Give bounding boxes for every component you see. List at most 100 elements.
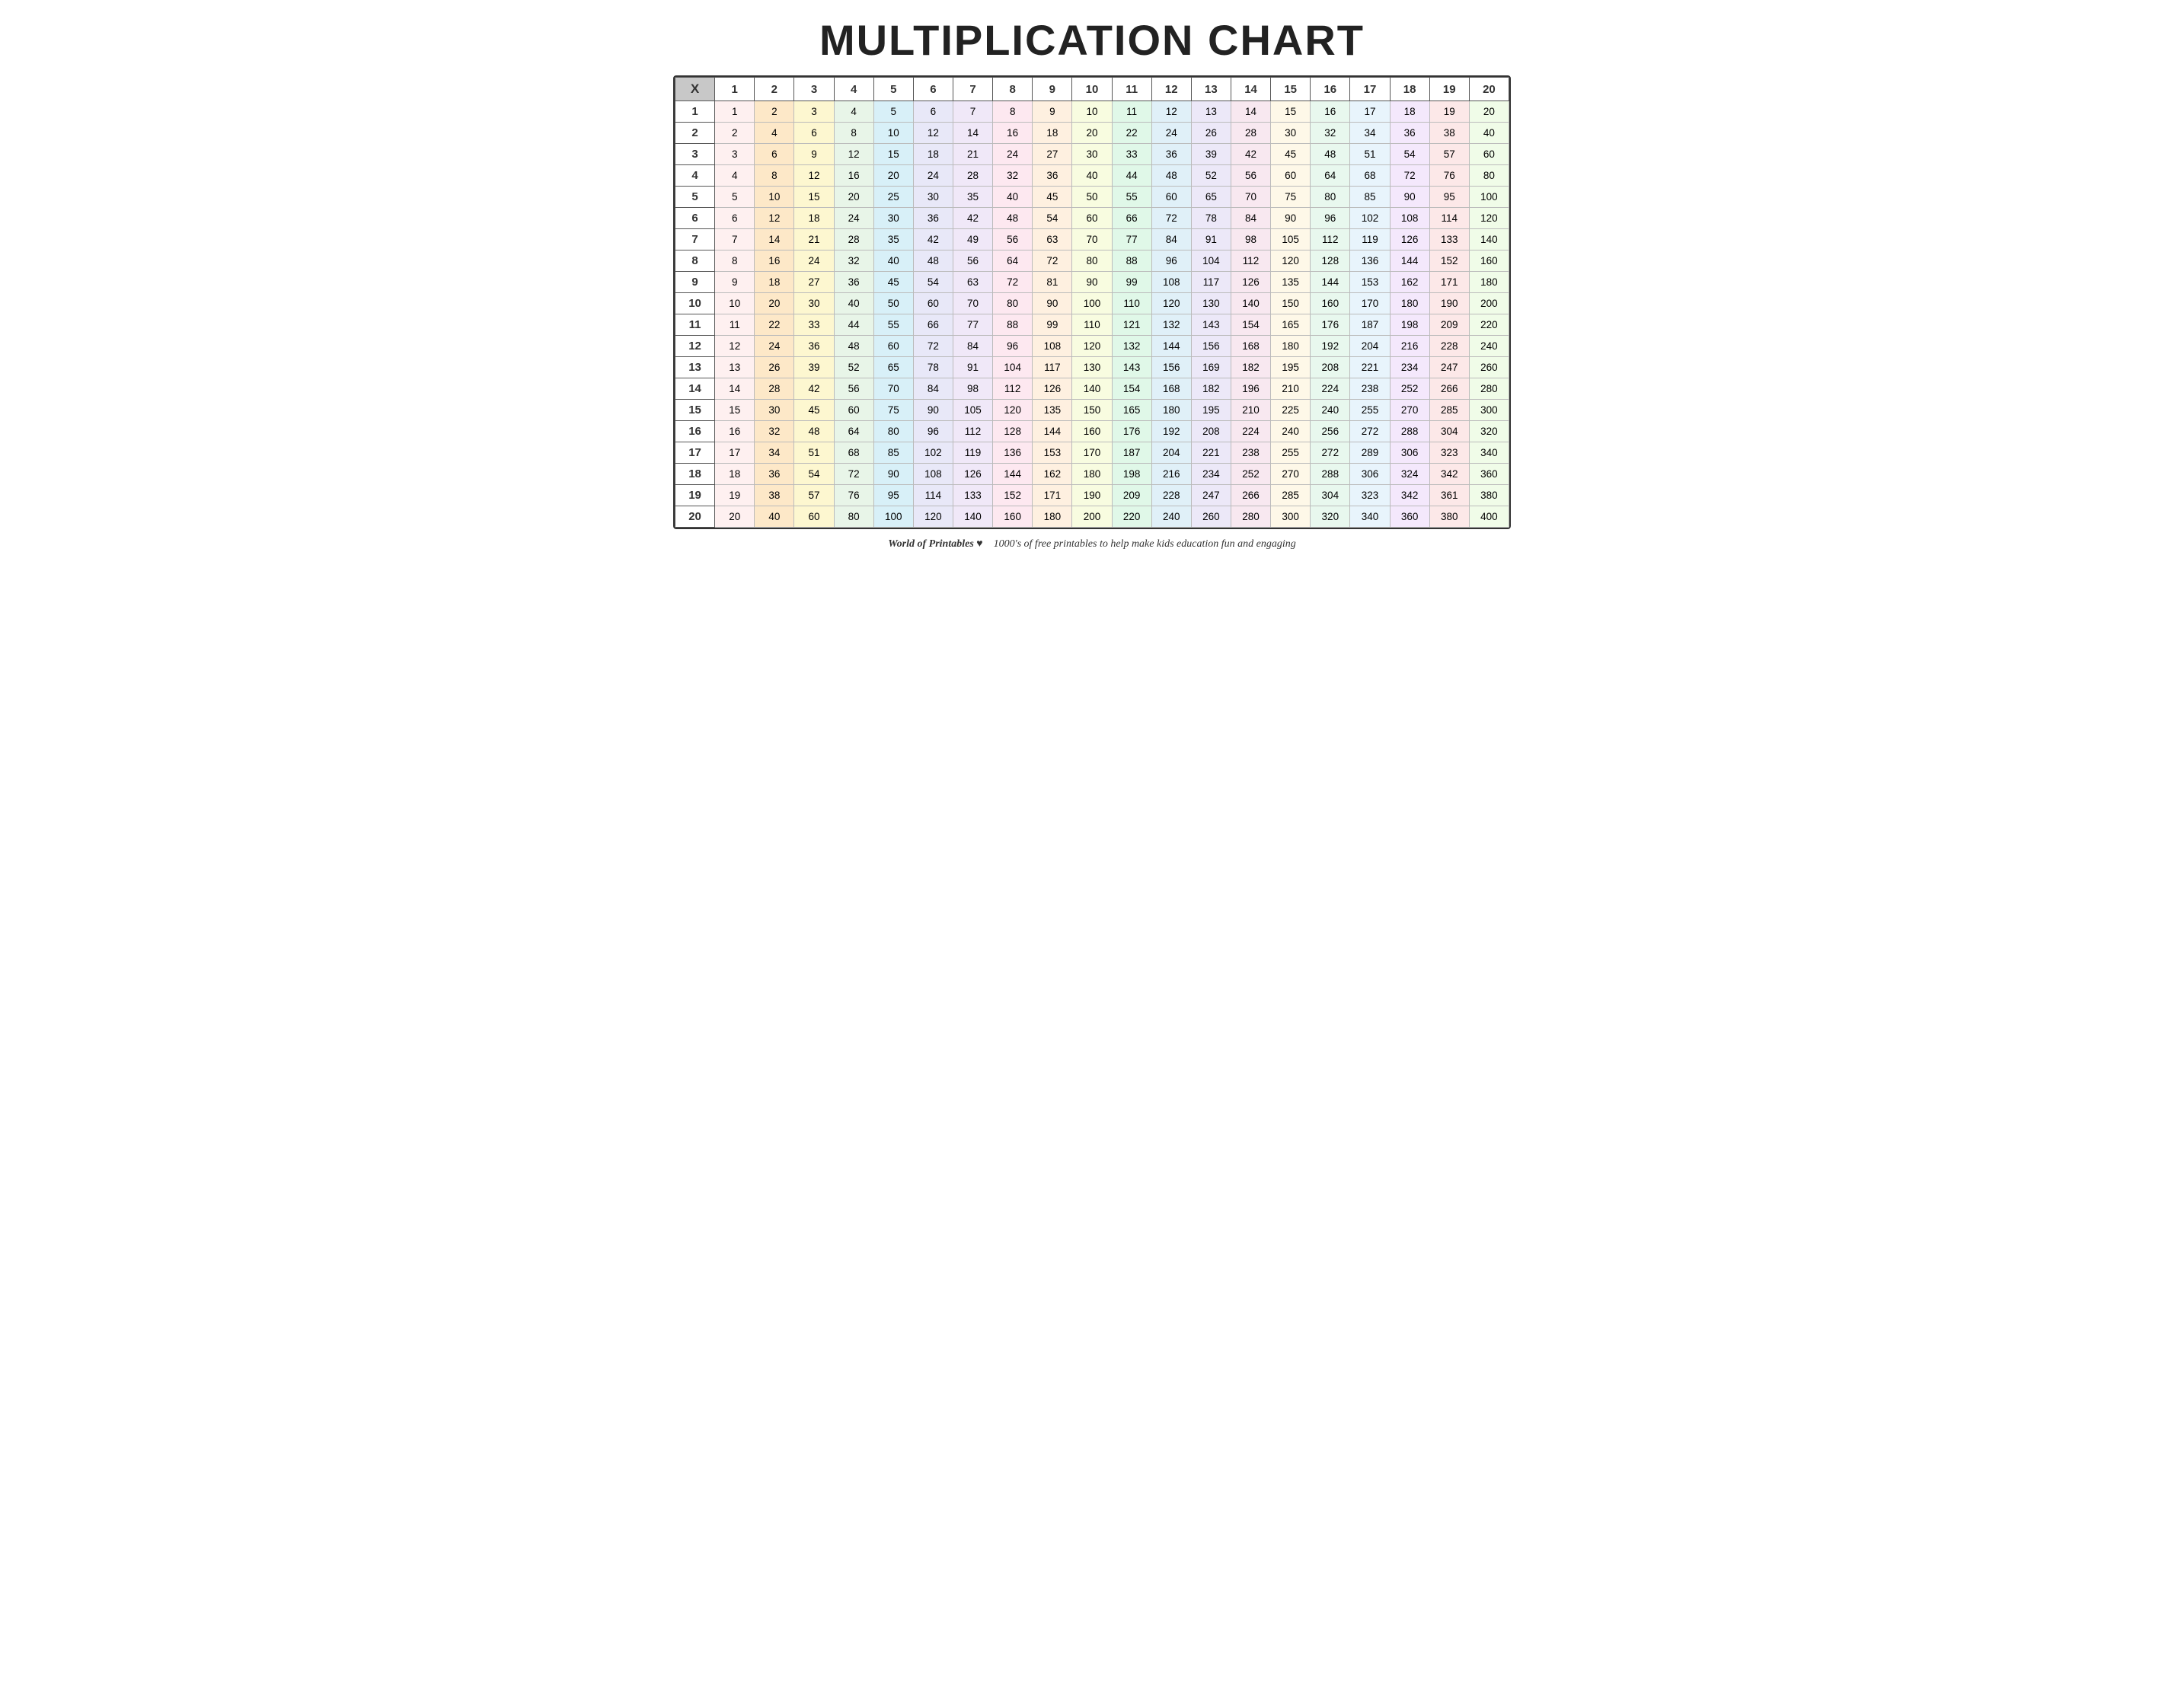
cell-4-3: 12 bbox=[794, 165, 834, 187]
table-row: 1515304560759010512013515016518019521022… bbox=[675, 400, 1509, 421]
cell-9-2: 18 bbox=[755, 272, 794, 293]
cell-13-4: 52 bbox=[834, 357, 873, 378]
cell-3-6: 18 bbox=[913, 144, 953, 165]
cell-3-3: 9 bbox=[794, 144, 834, 165]
cell-20-3: 60 bbox=[794, 506, 834, 528]
cell-7-9: 63 bbox=[1033, 229, 1072, 250]
cell-15-9: 135 bbox=[1033, 400, 1072, 421]
cell-2-14: 28 bbox=[1231, 123, 1270, 144]
row-header-19: 19 bbox=[675, 485, 715, 506]
cell-15-15: 225 bbox=[1271, 400, 1311, 421]
cell-18-20: 360 bbox=[1469, 464, 1509, 485]
cell-15-17: 255 bbox=[1350, 400, 1390, 421]
cell-8-18: 144 bbox=[1390, 250, 1429, 272]
cell-3-16: 48 bbox=[1311, 144, 1350, 165]
cell-5-6: 30 bbox=[913, 187, 953, 208]
cell-9-14: 126 bbox=[1231, 272, 1270, 293]
table-row: 1616324864809611212814416017619220822424… bbox=[675, 421, 1509, 442]
cell-6-15: 90 bbox=[1271, 208, 1311, 229]
table-row: 11234567891011121314151617181920 bbox=[675, 101, 1509, 123]
cell-13-11: 143 bbox=[1112, 357, 1151, 378]
cell-6-16: 96 bbox=[1311, 208, 1350, 229]
cell-9-12: 108 bbox=[1151, 272, 1191, 293]
cell-18-9: 162 bbox=[1033, 464, 1072, 485]
cell-16-12: 192 bbox=[1151, 421, 1191, 442]
cell-15-7: 105 bbox=[953, 400, 992, 421]
cell-15-4: 60 bbox=[834, 400, 873, 421]
cell-10-7: 70 bbox=[953, 293, 992, 314]
cell-6-12: 72 bbox=[1151, 208, 1191, 229]
cell-7-2: 14 bbox=[755, 229, 794, 250]
cell-6-3: 18 bbox=[794, 208, 834, 229]
cell-7-12: 84 bbox=[1151, 229, 1191, 250]
cell-2-3: 6 bbox=[794, 123, 834, 144]
cell-4-19: 76 bbox=[1429, 165, 1469, 187]
cell-18-10: 180 bbox=[1072, 464, 1112, 485]
table-row: 1010203040506070809010011012013014015016… bbox=[675, 293, 1509, 314]
cell-13-18: 234 bbox=[1390, 357, 1429, 378]
cell-2-13: 26 bbox=[1191, 123, 1231, 144]
cell-6-11: 66 bbox=[1112, 208, 1151, 229]
cell-12-19: 228 bbox=[1429, 336, 1469, 357]
cell-18-15: 270 bbox=[1271, 464, 1311, 485]
cell-2-17: 34 bbox=[1350, 123, 1390, 144]
cell-9-20: 180 bbox=[1469, 272, 1509, 293]
cell-1-5: 5 bbox=[873, 101, 913, 123]
cell-13-10: 130 bbox=[1072, 357, 1112, 378]
cell-2-11: 22 bbox=[1112, 123, 1151, 144]
cell-8-12: 96 bbox=[1151, 250, 1191, 272]
cell-14-15: 210 bbox=[1271, 378, 1311, 400]
cell-17-17: 289 bbox=[1350, 442, 1390, 464]
cell-20-4: 80 bbox=[834, 506, 873, 528]
cell-11-20: 220 bbox=[1469, 314, 1509, 336]
cell-10-3: 30 bbox=[794, 293, 834, 314]
cell-9-9: 81 bbox=[1033, 272, 1072, 293]
cell-8-4: 32 bbox=[834, 250, 873, 272]
cell-4-8: 32 bbox=[993, 165, 1033, 187]
cell-14-16: 224 bbox=[1311, 378, 1350, 400]
cell-18-19: 342 bbox=[1429, 464, 1469, 485]
cell-7-11: 77 bbox=[1112, 229, 1151, 250]
cell-19-15: 285 bbox=[1271, 485, 1311, 506]
cell-8-7: 56 bbox=[953, 250, 992, 272]
cell-15-2: 30 bbox=[755, 400, 794, 421]
cell-2-4: 8 bbox=[834, 123, 873, 144]
cell-12-6: 72 bbox=[913, 336, 953, 357]
cell-12-5: 60 bbox=[873, 336, 913, 357]
cell-18-16: 288 bbox=[1311, 464, 1350, 485]
cell-15-5: 75 bbox=[873, 400, 913, 421]
multiplication-chart: X123456789101112131415161718192011234567… bbox=[673, 75, 1511, 529]
cell-11-13: 143 bbox=[1191, 314, 1231, 336]
cell-15-6: 90 bbox=[913, 400, 953, 421]
cell-6-20: 120 bbox=[1469, 208, 1509, 229]
cell-19-6: 114 bbox=[913, 485, 953, 506]
table-row: 9918273645546372819099108117126135144153… bbox=[675, 272, 1509, 293]
cell-7-17: 119 bbox=[1350, 229, 1390, 250]
cell-20-18: 360 bbox=[1390, 506, 1429, 528]
cell-7-7: 49 bbox=[953, 229, 992, 250]
cell-1-9: 9 bbox=[1033, 101, 1072, 123]
cell-16-14: 224 bbox=[1231, 421, 1270, 442]
cell-17-2: 34 bbox=[755, 442, 794, 464]
cell-10-5: 50 bbox=[873, 293, 913, 314]
table-row: 1818365472901081261441621801982162342522… bbox=[675, 464, 1509, 485]
cell-1-2: 2 bbox=[755, 101, 794, 123]
cell-4-18: 72 bbox=[1390, 165, 1429, 187]
cell-1-13: 13 bbox=[1191, 101, 1231, 123]
cell-4-13: 52 bbox=[1191, 165, 1231, 187]
cell-19-12: 228 bbox=[1151, 485, 1191, 506]
cell-13-3: 39 bbox=[794, 357, 834, 378]
col-header-19: 19 bbox=[1429, 78, 1469, 101]
col-header-17: 17 bbox=[1350, 78, 1390, 101]
cell-20-17: 340 bbox=[1350, 506, 1390, 528]
cell-12-20: 240 bbox=[1469, 336, 1509, 357]
cell-5-5: 25 bbox=[873, 187, 913, 208]
cell-4-11: 44 bbox=[1112, 165, 1151, 187]
cell-5-9: 45 bbox=[1033, 187, 1072, 208]
cell-12-8: 96 bbox=[993, 336, 1033, 357]
cell-5-13: 65 bbox=[1191, 187, 1231, 208]
cell-16-18: 288 bbox=[1390, 421, 1429, 442]
col-header-16: 16 bbox=[1311, 78, 1350, 101]
cell-3-19: 57 bbox=[1429, 144, 1469, 165]
cell-9-1: 9 bbox=[715, 272, 755, 293]
